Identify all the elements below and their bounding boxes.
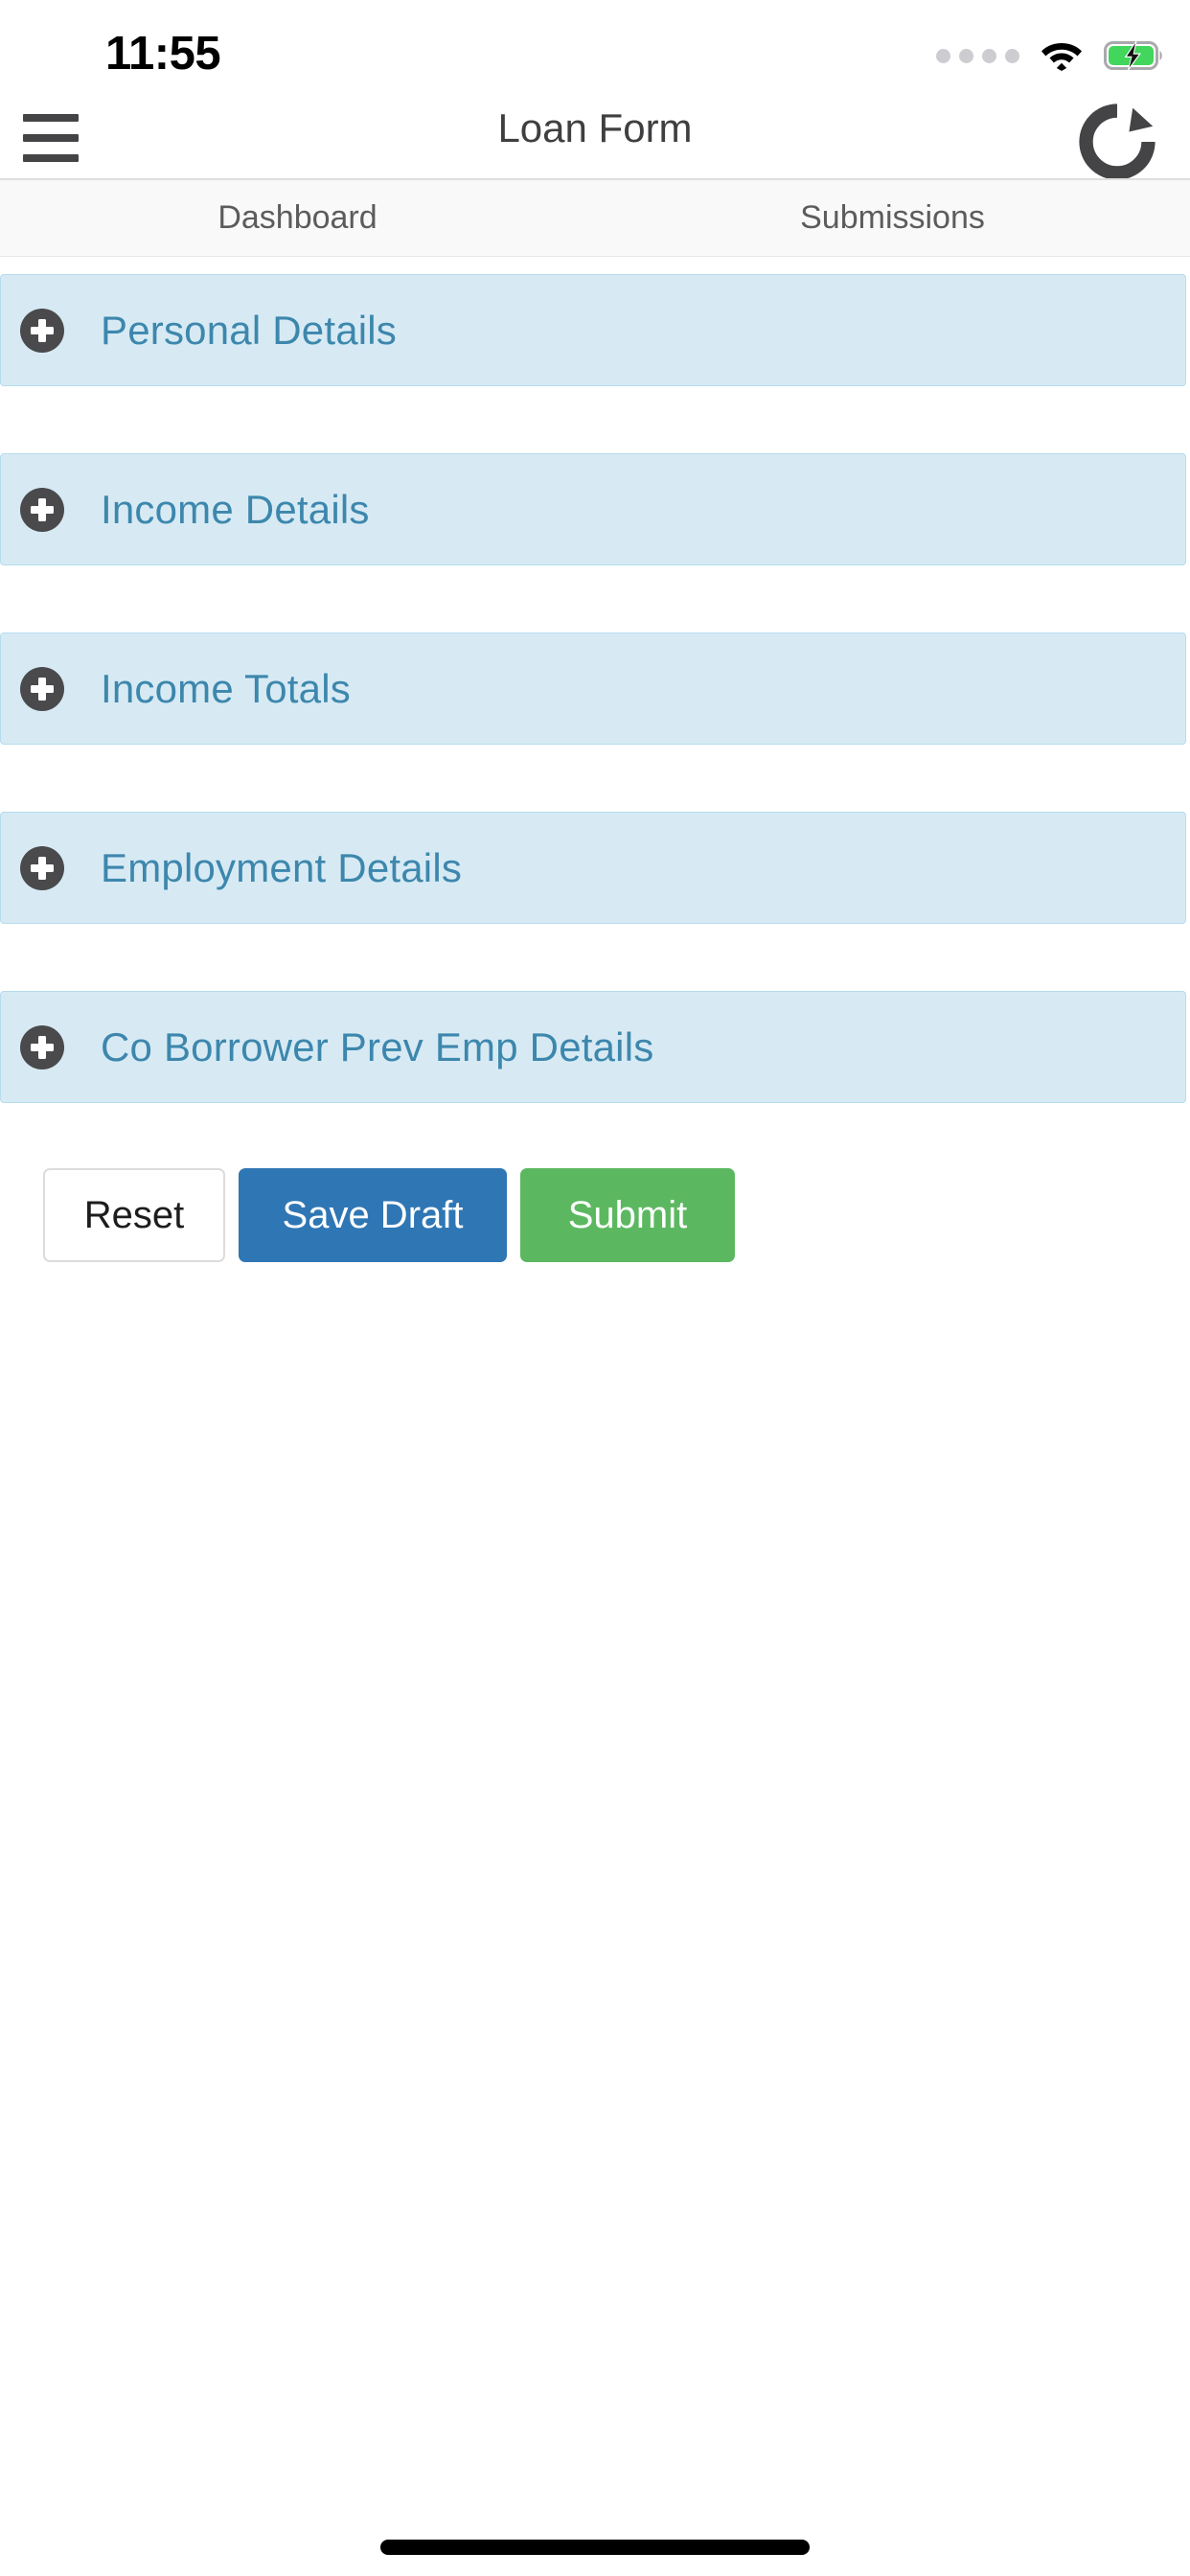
status-indicators bbox=[936, 40, 1163, 71]
tab-submissions[interactable]: Submissions bbox=[595, 180, 1190, 256]
signal-strength-icon bbox=[936, 48, 1019, 63]
wifi-icon bbox=[1041, 43, 1082, 71]
save-draft-button[interactable]: Save Draft bbox=[239, 1168, 507, 1262]
status-time: 11:55 bbox=[105, 28, 221, 80]
battery-charging-icon bbox=[1104, 40, 1162, 71]
plus-circle-icon bbox=[20, 308, 64, 353]
tab-submissions-label: Submissions bbox=[800, 199, 985, 236]
plus-circle-icon bbox=[20, 845, 64, 890]
accordion-section-income-details[interactable]: Income Details bbox=[0, 453, 1186, 565]
page-title: Loan Form bbox=[497, 105, 693, 150]
accordion-section-label: Personal Details bbox=[101, 307, 398, 353]
accordion-section-label: Employment Details bbox=[101, 844, 463, 890]
reset-button[interactable]: Reset bbox=[43, 1168, 225, 1262]
plus-circle-icon bbox=[20, 666, 64, 711]
accordion-section-employment-details[interactable]: Employment Details bbox=[0, 812, 1186, 924]
tab-dashboard[interactable]: Dashboard bbox=[0, 180, 595, 256]
status-bar: 11:55 bbox=[0, 0, 1190, 100]
accordion-section-personal-details[interactable]: Personal Details bbox=[0, 274, 1186, 386]
home-indicator bbox=[380, 2540, 810, 2555]
plus-circle-icon bbox=[20, 1024, 64, 1070]
refresh-icon[interactable] bbox=[1073, 98, 1161, 186]
plus-circle-icon bbox=[20, 487, 64, 532]
tab-dashboard-label: Dashboard bbox=[217, 199, 378, 236]
submit-button[interactable]: Submit bbox=[520, 1168, 735, 1262]
accordion-section-co-borrower-prev-emp-details[interactable]: Co Borrower Prev Emp Details bbox=[0, 991, 1186, 1103]
accordion-section-label: Income Totals bbox=[101, 665, 351, 711]
accordion-section-income-totals[interactable]: Income Totals bbox=[0, 632, 1186, 745]
form-actions: Reset Save Draft Submit bbox=[0, 1168, 1190, 1262]
tab-bar: Dashboard Submissions bbox=[0, 178, 1190, 257]
accordion-section-label: Income Details bbox=[101, 486, 370, 532]
nav-bar: Loan Form bbox=[0, 100, 1190, 180]
accordion-list: Personal Details Income Details Income T… bbox=[0, 257, 1190, 1103]
accordion-section-label: Co Borrower Prev Emp Details bbox=[101, 1024, 654, 1070]
